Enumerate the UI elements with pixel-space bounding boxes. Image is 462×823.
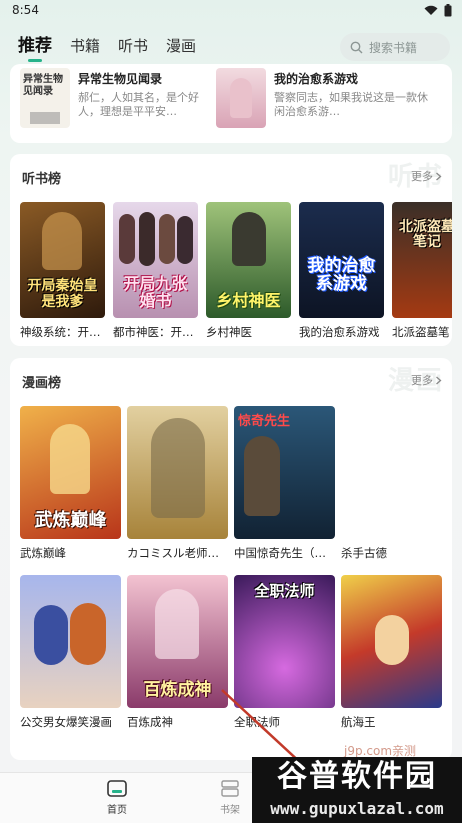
comic-list: 武炼巅峰 武炼巅峰 カコミスル老师… 惊奇先生 中国惊奇先生（… 杀手古德 公交… <box>20 406 442 730</box>
audio-title: 神级系统：开… <box>20 325 101 339</box>
status-time: 8:54 <box>12 3 39 17</box>
nav-home-label: 首页 <box>107 805 127 816</box>
chevron-right-icon <box>436 172 442 180</box>
comic-item[interactable]: 杀手古德 <box>341 406 442 561</box>
chevron-right-icon <box>436 376 442 384</box>
tab-audio[interactable]: 听书 <box>118 36 148 56</box>
book-cover: 异常生物见闻录 <box>20 68 70 128</box>
book-item[interactable]: 异常生物见闻录 异常生物见闻录 郝仁，人如其名，是个好人，理想是平平安… <box>20 68 218 128</box>
comic-item[interactable]: カコミスル老师… <box>127 406 228 561</box>
book-item[interactable]: 我的治愈系游戏 警察同志，如果我说这是一款休闲治愈系游… <box>216 68 434 128</box>
more-link[interactable]: 更多 <box>411 168 442 184</box>
comic-title: 公交男女爆笑漫画 <box>20 715 112 729</box>
comic-item[interactable]: 百炼成神 百炼成神 <box>127 575 228 730</box>
comic-title: カコミスル老师… <box>127 546 219 560</box>
cover-title: 惊奇先生 <box>238 414 291 429</box>
audio-cover: 我的治愈系游戏 <box>299 202 384 318</box>
comic-item[interactable]: 航海王 <box>341 575 442 730</box>
comic-item[interactable]: 公交男女爆笑漫画 <box>20 575 121 730</box>
cover-title: 百炼成神 <box>143 680 212 701</box>
comic-cover: 百炼成神 <box>127 575 228 708</box>
nav-home[interactable]: 首页 <box>87 779 147 816</box>
recommend-books-card: 异常生物见闻录 异常生物见闻录 郝仁，人如其名，是个好人，理想是平平安… 我的治… <box>10 64 452 143</box>
comic-title: 百炼成神 <box>127 715 173 729</box>
audio-cover: 开局秦始皇是我爹 <box>20 202 105 318</box>
cover-title: 武炼巅峰 <box>34 510 107 532</box>
tab-recommend[interactable]: 推荐 <box>18 36 52 56</box>
tab-comics[interactable]: 漫画 <box>166 36 196 56</box>
audio-title: 都市神医：开… <box>113 325 194 339</box>
comic-ranking-card: 漫画 漫画榜 更多 武炼巅峰 武炼巅峰 カコミスル老师… 惊奇先生 中国惊奇先生… <box>10 358 452 760</box>
wifi-icon <box>424 5 438 15</box>
section-title: 听书榜 <box>22 172 62 187</box>
audio-cover: 开局九张婚书 <box>113 202 198 318</box>
audio-cover: 北派盗墓笔记 <box>392 202 452 318</box>
comic-cover: 全职法师 <box>234 575 335 708</box>
comic-title: 航海王 <box>341 715 376 729</box>
audio-item[interactable]: 我的治愈系游戏 我的治愈系游戏 <box>299 202 384 340</box>
comic-cover: 武炼巅峰 <box>20 406 121 539</box>
more-label: 更多 <box>411 170 433 183</box>
audio-item[interactable]: 开局九张婚书 都市神医：开… <box>113 202 198 340</box>
comic-title: 全职法师 <box>234 715 280 729</box>
audio-title: 乡村神医 <box>206 325 252 339</box>
cover-title: 乡村神医 <box>216 291 281 311</box>
cover-title: 我的治愈系游戏 <box>307 255 376 295</box>
comic-item[interactable]: 惊奇先生 中国惊奇先生（… <box>234 406 335 561</box>
book-title: 异常生物见闻录 <box>78 72 163 86</box>
audio-title: 我的治愈系游戏 <box>299 325 380 339</box>
comic-cover <box>20 575 121 708</box>
comic-item[interactable]: 武炼巅峰 武炼巅峰 <box>20 406 121 561</box>
category-tabs: 推荐 书籍 听书 漫画 <box>18 36 196 56</box>
cover-title: 北派盗墓笔记 <box>399 219 452 251</box>
cover-title: 开局秦始皇是我爹 <box>27 278 98 310</box>
comic-item[interactable]: 全职法师 全职法师 <box>234 575 335 730</box>
bookshelf-icon <box>221 780 239 797</box>
status-bar: 8:54 <box>0 0 462 22</box>
home-icon <box>107 780 127 797</box>
comic-cover <box>341 575 442 708</box>
comic-cover <box>127 406 228 539</box>
system-icons <box>424 4 452 17</box>
search-box[interactable]: 搜索书籍 <box>340 33 450 61</box>
audio-list: 开局秦始皇是我爹 神级系统：开… 开局九张婚书 都市神医：开… 乡村神医 乡村神… <box>20 202 452 340</box>
comic-cover: 惊奇先生 <box>234 406 335 539</box>
book-desc: 警察同志，如果我说这是一款休闲治愈系游… <box>274 91 428 118</box>
comic-title: 杀手古德 <box>341 546 387 560</box>
section-title: 漫画榜 <box>22 376 62 391</box>
audio-item[interactable]: 开局秦始皇是我爹 神级系统：开… <box>20 202 105 340</box>
audio-item[interactable]: 北派盗墓笔记 北派盗墓笔 <box>392 202 452 340</box>
nav-bookshelf-label: 书架 <box>220 805 240 816</box>
audio-item[interactable]: 乡村神医 乡村神医 <box>206 202 291 340</box>
cover-title: 异常生物见闻录 <box>23 74 63 97</box>
search-placeholder: 搜索书籍 <box>369 40 418 55</box>
search-icon <box>350 41 363 53</box>
book-title: 我的治愈系游戏 <box>274 72 359 86</box>
tab-books[interactable]: 书籍 <box>70 36 100 56</box>
nav-bookshelf[interactable]: 书架 <box>200 779 260 816</box>
cover-title: 开局九张婚书 <box>123 273 188 311</box>
audio-ranking-card: 听书 听书榜 更多 开局秦始皇是我爹 神级系统：开… 开局九张婚书 都市神医：开… <box>10 154 452 346</box>
comic-cover <box>341 406 442 539</box>
book-desc: 郝仁，人如其名，是个好人，理想是平平安… <box>78 91 199 118</box>
comic-title: 武炼巅峰 <box>20 546 66 560</box>
more-link[interactable]: 更多 <box>411 372 442 388</box>
audio-cover: 乡村神医 <box>206 202 291 318</box>
watermark-url: www.gupuxlazal.com <box>252 797 462 823</box>
book-cover <box>216 68 266 128</box>
audio-title: 北派盗墓笔 <box>392 325 450 339</box>
comic-title: 中国惊奇先生（… <box>234 546 326 560</box>
more-label: 更多 <box>411 374 433 387</box>
cover-title: 全职法师 <box>254 582 315 600</box>
battery-icon <box>444 4 452 17</box>
